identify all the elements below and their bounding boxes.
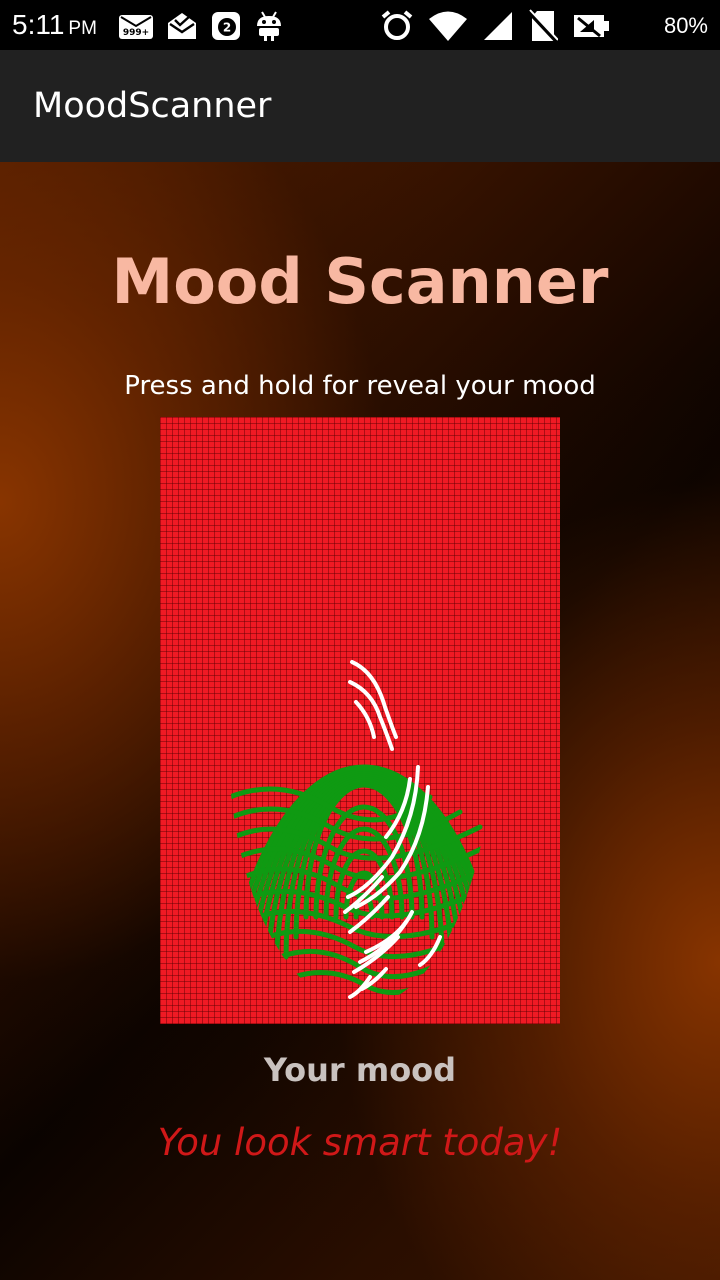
- page-heading: Mood Scanner: [111, 245, 609, 318]
- fingerprint-icon: [228, 660, 492, 1007]
- mail-icon: [168, 13, 196, 39]
- status-time: 5:11 PM: [12, 8, 97, 46]
- wifi-icon: [429, 11, 467, 41]
- system-icons: [380, 9, 612, 43]
- mood-label: Your mood: [263, 1051, 457, 1089]
- notification-icons: 999+ 2: [118, 9, 284, 43]
- sync-badge-icon: 2: [212, 12, 240, 40]
- status-time-period: PM: [68, 18, 97, 39]
- app-title: MoodScanner: [33, 86, 272, 126]
- email-999-icon: 999+: [119, 15, 153, 39]
- instruction-text: Press and hold for reveal your mood: [124, 371, 596, 401]
- email-badge-text: 999+: [123, 28, 149, 38]
- sync-badge-text: 2: [223, 21, 231, 35]
- cell-signal-icon: [484, 12, 512, 40]
- android-icon: [257, 11, 281, 41]
- alarm-icon: [381, 10, 413, 40]
- data-off-icon: [574, 15, 609, 38]
- mood-result: You look smart today!: [157, 1121, 563, 1164]
- status-time-value: 5:11: [12, 9, 65, 40]
- status-bar: 5:11 PM 999+ 2 80%: [0, 0, 720, 50]
- fingerprint-scanner[interactable]: [160, 417, 560, 1024]
- screen: 5:11 PM 999+ 2 80% MoodScanner Mood Scan…: [0, 0, 720, 1280]
- app-bar: MoodScanner: [0, 50, 720, 162]
- main-content: Mood Scanner Press and hold for reveal y…: [0, 162, 720, 1280]
- no-sim-icon: [528, 9, 558, 43]
- battery-percentage: 80%: [663, 13, 708, 38]
